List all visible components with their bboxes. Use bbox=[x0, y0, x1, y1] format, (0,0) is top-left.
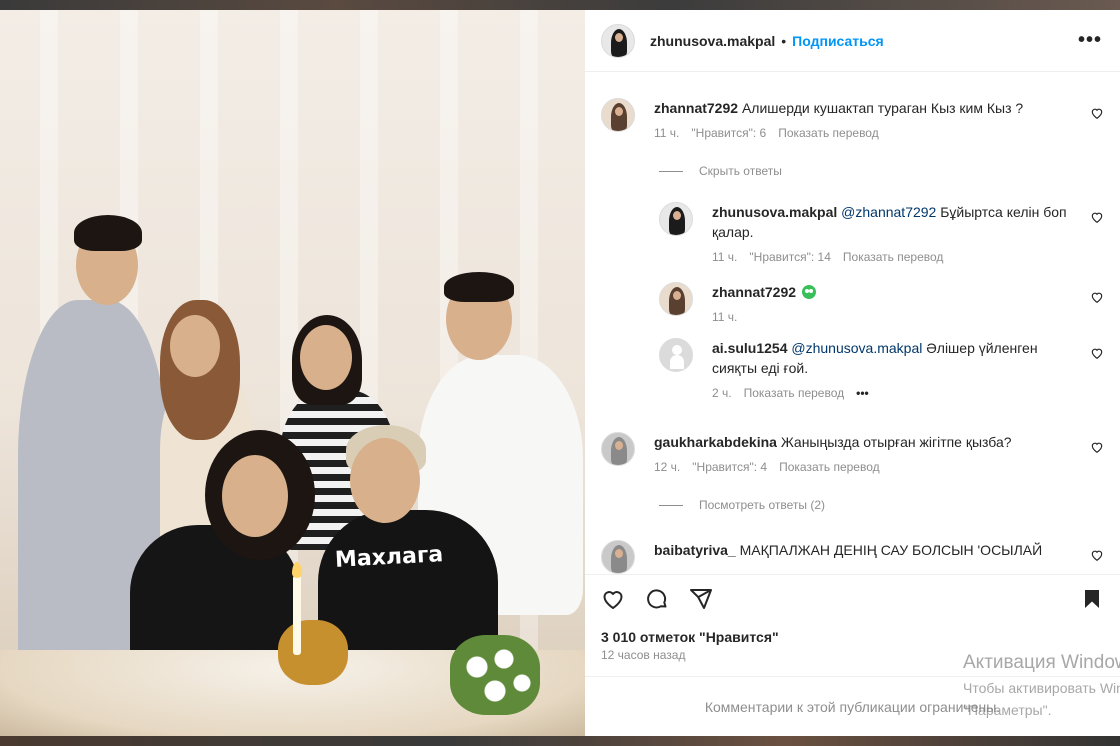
reply: zhunusova.makpal @zhannat7292 Бұйыртса к… bbox=[659, 202, 1104, 264]
view-replies-toggle[interactable]: Посмотреть ответы (2) bbox=[659, 498, 825, 512]
flower-bouquet bbox=[450, 635, 540, 715]
like-heart-icon[interactable] bbox=[1090, 106, 1104, 120]
more-options-icon[interactable]: ••• bbox=[1078, 29, 1102, 52]
smiling-face-emoji-icon bbox=[802, 285, 817, 299]
post-time[interactable]: 12 часов назад bbox=[585, 644, 1120, 666]
mention-link[interactable]: @zhannat7292 bbox=[841, 204, 936, 220]
comment-text: МАҚПАЛЖАН ДЕНІҢ САУ БОЛСЫН 'ОСЫЛАЙ bbox=[739, 542, 1043, 558]
translate-link[interactable]: Показать перевод bbox=[778, 126, 879, 140]
comment-username[interactable]: gaukharkabdekina bbox=[654, 434, 777, 450]
share-icon[interactable] bbox=[689, 587, 713, 611]
comments-closed-notice: Комментарии к этой публикации ограничены… bbox=[585, 676, 1120, 736]
person-hair bbox=[444, 272, 514, 302]
like-heart-icon[interactable] bbox=[1090, 548, 1104, 562]
avatar[interactable] bbox=[601, 432, 635, 466]
comment-time[interactable]: 11 ч. bbox=[712, 250, 737, 264]
avatar[interactable] bbox=[601, 540, 635, 574]
comment-username[interactable]: baibatyriva_ bbox=[654, 542, 736, 558]
comment-username[interactable]: zhannat7292 bbox=[712, 284, 796, 300]
like-heart-icon[interactable] bbox=[1090, 210, 1104, 224]
comment-username[interactable]: zhannat7292 bbox=[654, 100, 738, 116]
comment-likes[interactable]: "Нравится": 4 bbox=[692, 460, 767, 474]
comment-time[interactable]: 11 ч. bbox=[654, 126, 679, 140]
translate-link[interactable]: Показать перевод bbox=[744, 386, 845, 400]
person-head bbox=[350, 438, 420, 523]
post-modal: Махлага zhunusova.makpal • Подписаться •… bbox=[0, 10, 1120, 736]
comment: baibatyriva_ МАҚПАЛЖАН ДЕНІҢ САУ БОЛСЫН … bbox=[601, 540, 1104, 574]
follow-button[interactable]: Подписаться bbox=[792, 33, 884, 49]
post-photo[interactable]: Махлага bbox=[0, 10, 585, 736]
post-actions-bar bbox=[585, 574, 1120, 622]
backdrop[interactable] bbox=[0, 0, 1120, 10]
translate-link[interactable]: Показать перевод bbox=[843, 250, 944, 264]
toggle-label: Скрыть ответы bbox=[699, 164, 782, 178]
avatar[interactable] bbox=[659, 282, 693, 316]
comment-options-icon[interactable]: ••• bbox=[856, 386, 869, 400]
avatar[interactable] bbox=[659, 338, 693, 372]
mention-link[interactable]: @zhunusova.makpal bbox=[791, 340, 922, 356]
person-head bbox=[222, 455, 288, 537]
avatar[interactable] bbox=[601, 23, 635, 58]
side-panel: zhunusova.makpal • Подписаться ••• zhann… bbox=[585, 10, 1120, 736]
translate-link[interactable]: Показать перевод bbox=[779, 460, 880, 474]
comment-icon[interactable] bbox=[645, 587, 669, 611]
author-username[interactable]: zhunusova.makpal bbox=[650, 33, 775, 49]
comment-likes[interactable]: "Нравится": 6 bbox=[691, 126, 766, 140]
comment-text: Жаныңызда отырған жігітпе қызба? bbox=[780, 434, 1012, 450]
hide-replies-toggle[interactable]: Скрыть ответы bbox=[659, 164, 782, 178]
comment-time[interactable]: 11 ч. bbox=[712, 310, 737, 324]
comment-time[interactable]: 12 ч. bbox=[654, 460, 680, 474]
like-heart-icon[interactable] bbox=[1090, 440, 1104, 454]
reply: ai.sulu1254 @zhunusova.makpal Әлішер үйл… bbox=[659, 338, 1104, 400]
likes-count[interactable]: 3 010 отметок "Нравится" bbox=[585, 622, 1120, 645]
bookmark-icon[interactable] bbox=[1080, 587, 1104, 611]
comments-list[interactable]: zhannat7292 Алишерди кушактап тураган Кы… bbox=[585, 72, 1120, 574]
separator-dot: • bbox=[781, 32, 787, 49]
divider bbox=[659, 170, 683, 172]
post-header: zhunusova.makpal • Подписаться ••• bbox=[585, 10, 1120, 72]
comment-text: Алишерди кушактап тураган Кыз ким Кыз ? bbox=[741, 100, 1024, 116]
backdrop[interactable] bbox=[0, 736, 1120, 746]
like-heart-icon[interactable] bbox=[1090, 290, 1104, 304]
comment-time[interactable]: 2 ч. bbox=[712, 386, 732, 400]
reply: zhannat7292 11 ч. bbox=[659, 282, 1104, 324]
person-hair bbox=[74, 215, 142, 251]
candle bbox=[293, 575, 301, 655]
person-head bbox=[170, 315, 220, 377]
avatar[interactable] bbox=[659, 202, 693, 236]
comment: gaukharkabdekina Жаныңызда отырған жігіт… bbox=[601, 432, 1104, 474]
divider bbox=[659, 504, 683, 506]
heart-icon[interactable] bbox=[601, 587, 625, 611]
toggle-label: Посмотреть ответы (2) bbox=[699, 498, 826, 512]
pineapple bbox=[278, 620, 348, 685]
comment-username[interactable]: ai.sulu1254 bbox=[712, 340, 788, 356]
like-heart-icon[interactable] bbox=[1090, 346, 1104, 360]
comment-username[interactable]: zhunusova.makpal bbox=[712, 204, 837, 220]
avatar[interactable] bbox=[601, 98, 635, 132]
candle-flame bbox=[292, 562, 302, 578]
comment: zhannat7292 Алишерди кушактап тураган Кы… bbox=[601, 98, 1104, 140]
comment-likes[interactable]: "Нравится": 14 bbox=[749, 250, 831, 264]
person-head bbox=[300, 325, 352, 390]
